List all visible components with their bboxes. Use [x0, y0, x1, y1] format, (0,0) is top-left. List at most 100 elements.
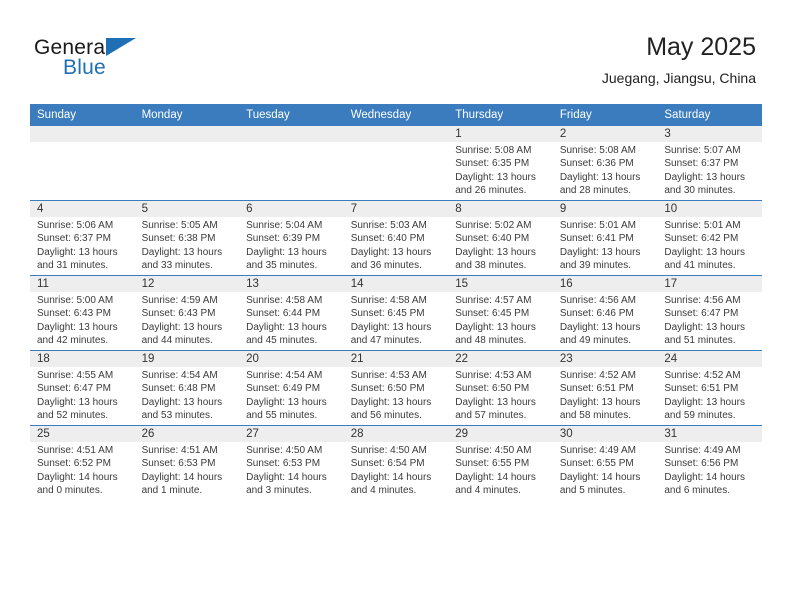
- calendar-day-cell[interactable]: 30 Sunrise: 4:49 AM Sunset: 6:55 PM Dayligh…: [552, 425, 658, 500]
- calendar-week-row: 4 Sunrise: 5:06 AM Sunset: 6:37 PM Daylight…: [30, 200, 762, 276]
- calendar-day-cell[interactable]: 3 Sunrise: 5:07 AM Sunset: 6:37 PM Daylight…: [657, 126, 762, 201]
- page-header: General Blue May 2025 Juegang, Jiangsu, …: [0, 0, 792, 104]
- sunrise-text: Sunrise: 4:50 AM: [246, 445, 323, 456]
- sunrise-text: Sunrise: 4:52 AM: [664, 370, 741, 381]
- weekday-header-saturday: Saturday: [657, 104, 762, 126]
- calendar-day-cell[interactable]: 17 Sunrise: 4:56 AM Sunset: 6:47 PM Dayligh…: [657, 275, 762, 351]
- calendar-day-cell[interactable]: 10 Sunrise: 5:01 AM Sunset: 6:42 PM Dayligh…: [657, 200, 762, 276]
- day-details: Sunrise: 5:06 AM Sunset: 6:37 PM Daylight:…: [30, 217, 135, 273]
- daylight-text-line2: and 59 minutes.: [664, 410, 736, 422]
- day-number: 13: [239, 276, 344, 292]
- sunrise-text: Sunrise: 4:53 AM: [350, 370, 427, 381]
- day-number: 11: [30, 276, 135, 292]
- day-details: Sunrise: 4:56 AM Sunset: 6:46 PM Daylight:…: [553, 292, 658, 348]
- sunset-text: Sunset: 6:50 PM: [455, 383, 530, 395]
- sunrise-text: Sunrise: 5:07 AM: [664, 145, 741, 156]
- calendar-day-cell[interactable]: 18 Sunrise: 4:55 AM Sunset: 6:47 PM Dayligh…: [30, 350, 135, 426]
- day-number: 10: [657, 201, 762, 217]
- day-details: Sunrise: 4:55 AM Sunset: 6:47 PM Daylight:…: [30, 367, 135, 423]
- daylight-text-line2: and 0 minutes.: [37, 485, 103, 497]
- sunset-text: Sunset: 6:47 PM: [37, 383, 111, 395]
- day-number: 3: [657, 126, 762, 142]
- sunset-text: Sunset: 6:37 PM: [37, 233, 111, 245]
- calendar-day-cell[interactable]: 25 Sunrise: 4:51 AM Sunset: 6:52 PM Dayligh…: [30, 425, 135, 500]
- daylight-text-line1: Daylight: 13 hours: [664, 246, 745, 258]
- calendar-week-row: 11 Sunrise: 5:00 AM Sunset: 6:43 PM Dayligh…: [30, 275, 762, 351]
- calendar-day-cell[interactable]: 5 Sunrise: 5:05 AM Sunset: 6:38 PM Daylight…: [134, 200, 240, 276]
- calendar-day-cell[interactable]: 29 Sunrise: 4:50 AM Sunset: 6:55 PM Dayligh…: [448, 425, 553, 500]
- sunrise-text: Sunrise: 4:49 AM: [559, 445, 636, 456]
- daylight-text-line1: Daylight: 14 hours: [141, 471, 223, 483]
- calendar-day-cell[interactable]: 14 Sunrise: 4:58 AM Sunset: 6:45 PM Dayligh…: [343, 275, 449, 351]
- calendar-day-cell[interactable]: 16 Sunrise: 4:56 AM Sunset: 6:46 PM Dayligh…: [552, 275, 658, 351]
- day-number: 18: [30, 351, 135, 367]
- calendar-day-cell[interactable]: 12 Sunrise: 4:59 AM Sunset: 6:43 PM Dayligh…: [134, 275, 240, 351]
- daylight-text-line2: and 58 minutes.: [559, 410, 631, 422]
- brand-logo[interactable]: General Blue: [34, 36, 234, 88]
- daylight-text-line1: Daylight: 14 hours: [246, 471, 327, 483]
- calendar-day-cell[interactable]: 9 Sunrise: 5:01 AM Sunset: 6:41 PM Daylight…: [552, 200, 658, 276]
- daylight-text-line1: Daylight: 13 hours: [246, 321, 327, 333]
- day-number: 8: [448, 201, 553, 217]
- day-details: Sunrise: 5:03 AM Sunset: 6:40 PM Daylight:…: [344, 217, 449, 273]
- day-details: Sunrise: 4:50 AM Sunset: 6:53 PM Daylight:…: [239, 442, 344, 498]
- calendar-day-cell[interactable]: 28 Sunrise: 4:50 AM Sunset: 6:54 PM Dayligh…: [343, 425, 449, 500]
- calendar-day-cell[interactable]: 6 Sunrise: 5:04 AM Sunset: 6:39 PM Daylight…: [239, 200, 344, 276]
- calendar-day-cell[interactable]: 19 Sunrise: 4:54 AM Sunset: 6:48 PM Dayligh…: [134, 350, 240, 426]
- calendar-day-cell[interactable]: 7 Sunrise: 5:03 AM Sunset: 6:40 PM Daylight…: [343, 200, 449, 276]
- calendar-day-cell-empty: [343, 126, 449, 201]
- sunrise-text: Sunrise: 4:52 AM: [559, 370, 636, 381]
- calendar-day-cell[interactable]: 23 Sunrise: 4:52 AM Sunset: 6:51 PM Dayligh…: [552, 350, 658, 426]
- calendar-day-cell[interactable]: 8 Sunrise: 5:02 AM Sunset: 6:40 PM Daylight…: [448, 200, 553, 276]
- day-number: 22: [448, 351, 553, 367]
- daylight-text-line1: Daylight: 13 hours: [246, 396, 327, 408]
- day-details: Sunrise: 5:00 AM Sunset: 6:43 PM Daylight:…: [30, 292, 135, 348]
- calendar-day-cell[interactable]: 2 Sunrise: 5:08 AM Sunset: 6:36 PM Daylight…: [552, 126, 658, 201]
- calendar-day-cell[interactable]: 22 Sunrise: 4:53 AM Sunset: 6:50 PM Dayligh…: [448, 350, 553, 426]
- sunrise-text: Sunrise: 4:49 AM: [664, 445, 741, 456]
- calendar-day-cell[interactable]: 20 Sunrise: 4:54 AM Sunset: 6:49 PM Dayligh…: [239, 350, 344, 426]
- page-title: May 2025: [646, 33, 756, 61]
- daylight-text-line1: Daylight: 13 hours: [455, 321, 536, 333]
- calendar-day-cell[interactable]: 31 Sunrise: 4:49 AM Sunset: 6:56 PM Dayligh…: [657, 425, 762, 500]
- daylight-text-line2: and 39 minutes.: [559, 260, 631, 272]
- sunset-text: Sunset: 6:56 PM: [664, 458, 739, 470]
- daylight-text-line2: and 44 minutes.: [141, 335, 213, 347]
- daylight-text-line1: Daylight: 13 hours: [455, 396, 536, 408]
- daylight-text-line2: and 35 minutes.: [246, 260, 318, 272]
- calendar-day-cell[interactable]: 26 Sunrise: 4:51 AM Sunset: 6:53 PM Dayligh…: [134, 425, 240, 500]
- daylight-text-line2: and 48 minutes.: [455, 335, 527, 347]
- calendar-day-cell[interactable]: 13 Sunrise: 4:58 AM Sunset: 6:44 PM Dayligh…: [239, 275, 344, 351]
- calendar-day-cell[interactable]: 1 Sunrise: 5:08 AM Sunset: 6:35 PM Daylight…: [448, 126, 553, 201]
- daylight-text-line1: Daylight: 13 hours: [141, 321, 223, 333]
- sunset-text: Sunset: 6:47 PM: [664, 308, 739, 320]
- calendar-day-cell[interactable]: 27 Sunrise: 4:50 AM Sunset: 6:53 PM Dayligh…: [239, 425, 344, 500]
- daylight-text-line1: Daylight: 13 hours: [350, 321, 432, 333]
- daylight-text-line2: and 53 minutes.: [141, 410, 213, 422]
- sunset-text: Sunset: 6:45 PM: [350, 308, 425, 320]
- sunrise-text: Sunrise: 4:56 AM: [559, 295, 636, 306]
- sunrise-text: Sunrise: 4:54 AM: [141, 370, 218, 381]
- calendar-day-cell[interactable]: 15 Sunrise: 4:57 AM Sunset: 6:45 PM Dayligh…: [448, 275, 553, 351]
- daylight-text-line2: and 6 minutes.: [664, 485, 730, 497]
- calendar-day-cell[interactable]: 21 Sunrise: 4:53 AM Sunset: 6:50 PM Dayligh…: [343, 350, 449, 426]
- daylight-text-line2: and 49 minutes.: [559, 335, 631, 347]
- sunset-text: Sunset: 6:53 PM: [141, 458, 216, 470]
- day-details: Sunrise: 4:57 AM Sunset: 6:45 PM Daylight:…: [448, 292, 553, 348]
- day-number: 20: [239, 351, 344, 367]
- calendar-day-cell[interactable]: 24 Sunrise: 4:52 AM Sunset: 6:51 PM Dayligh…: [657, 350, 762, 426]
- calendar-day-cell[interactable]: 4 Sunrise: 5:06 AM Sunset: 6:37 PM Daylight…: [30, 200, 135, 276]
- daylight-text-line1: Daylight: 13 hours: [350, 396, 432, 408]
- sunset-text: Sunset: 6:55 PM: [455, 458, 530, 470]
- calendar-week-row: 25 Sunrise: 4:51 AM Sunset: 6:52 PM Dayligh…: [30, 425, 762, 500]
- calendar-day-cell[interactable]: 11 Sunrise: 5:00 AM Sunset: 6:43 PM Dayligh…: [30, 275, 135, 351]
- day-number: 16: [552, 276, 658, 292]
- sunrise-text: Sunrise: 5:00 AM: [37, 295, 114, 306]
- day-number: 7: [343, 201, 449, 217]
- sunset-text: Sunset: 6:42 PM: [664, 233, 739, 245]
- sunrise-text: Sunrise: 5:06 AM: [37, 220, 114, 231]
- day-number: 27: [239, 426, 344, 442]
- day-details: Sunrise: 4:59 AM Sunset: 6:43 PM Daylight:…: [135, 292, 240, 348]
- calendar-header-row: Sunday Monday Tuesday Wednesday Thursday…: [30, 104, 762, 126]
- sunrise-text: Sunrise: 5:08 AM: [559, 145, 636, 156]
